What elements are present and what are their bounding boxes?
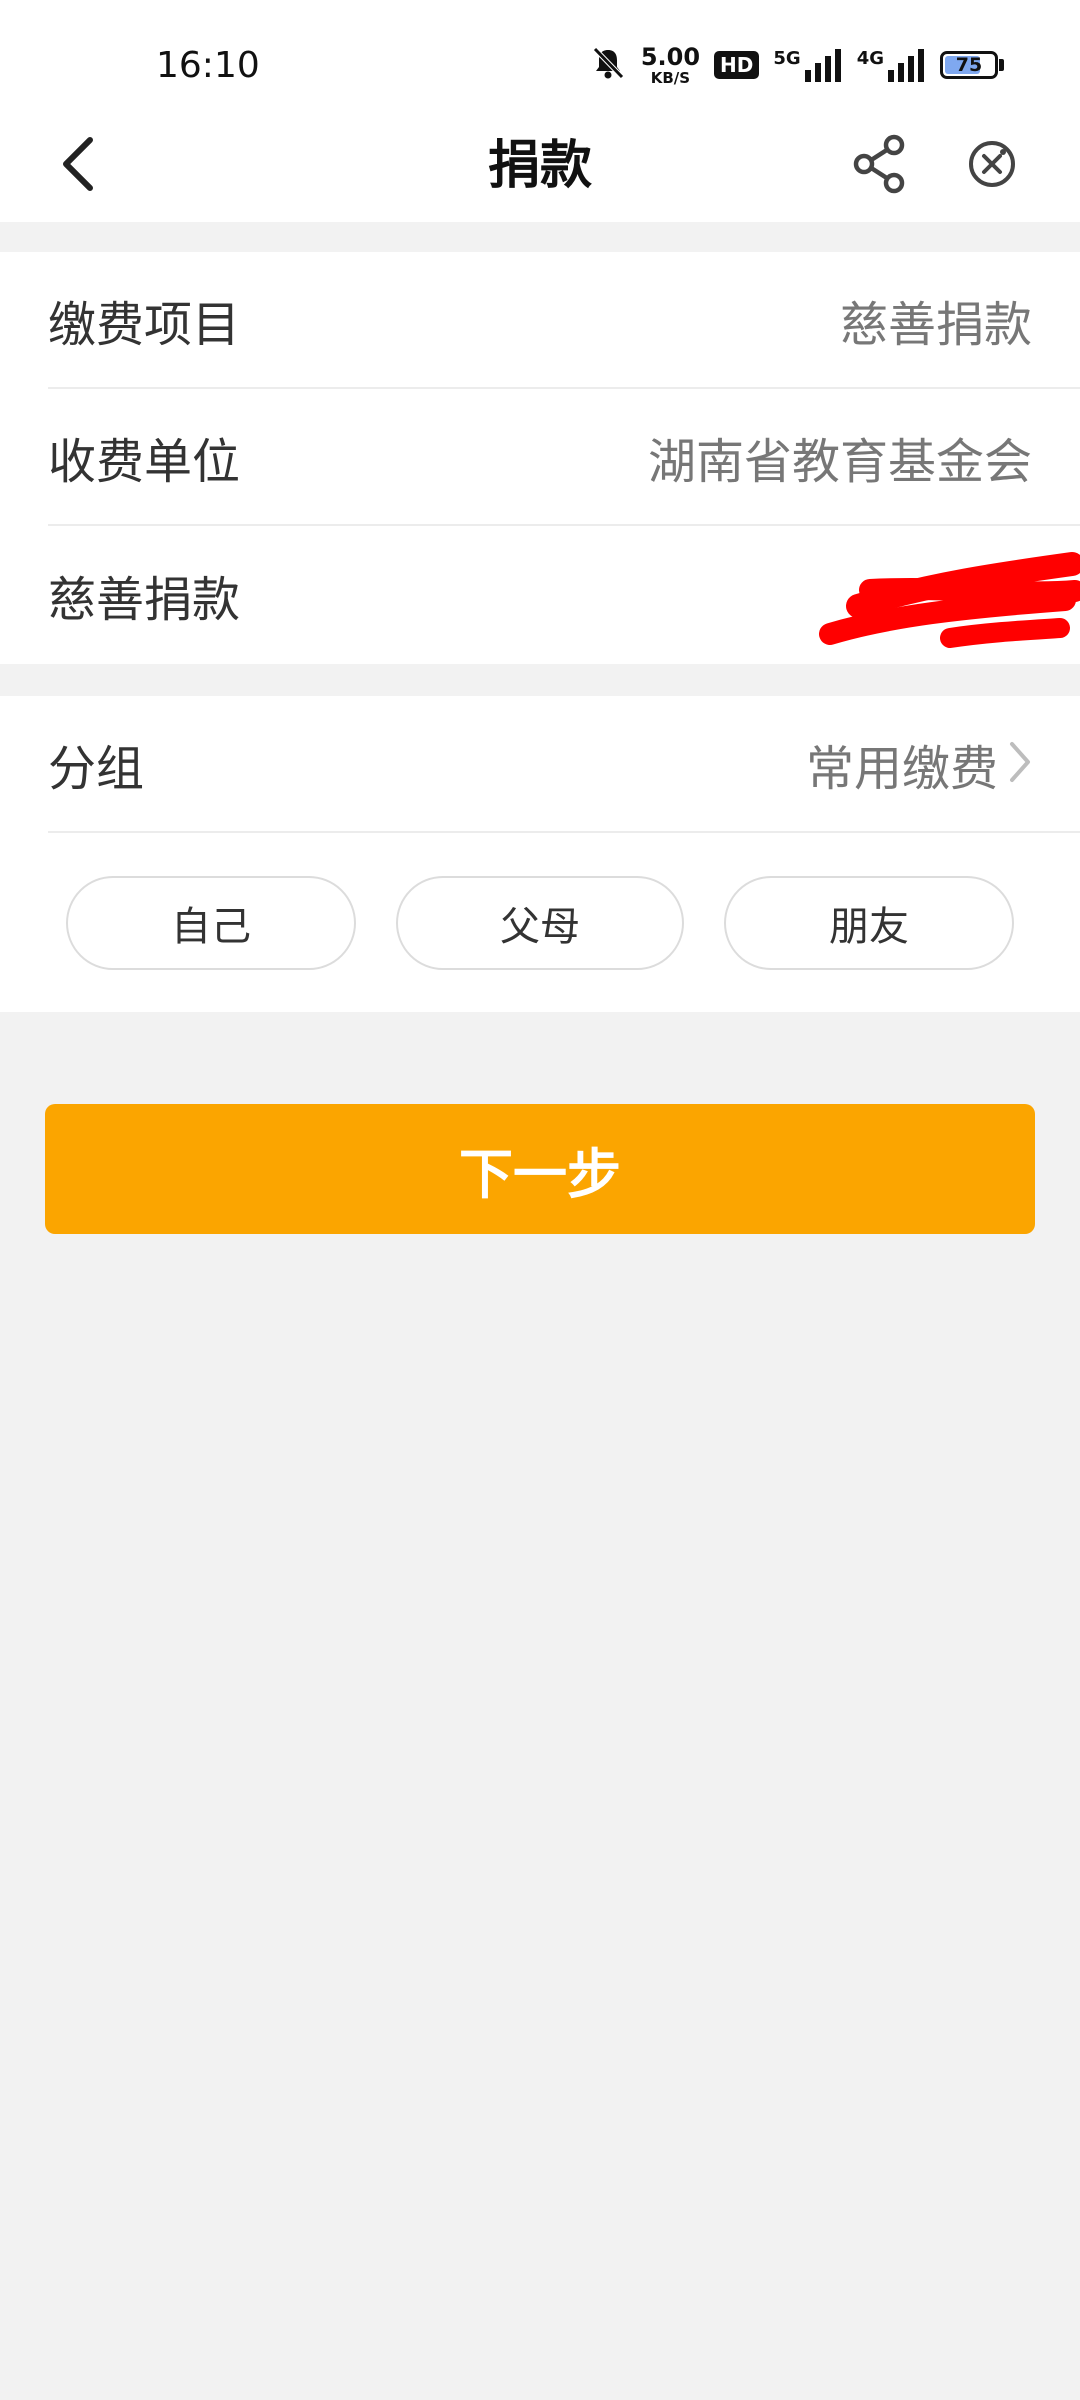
nav-bar: 捐款 (0, 110, 1080, 222)
close-circle-icon (967, 139, 1017, 193)
hd-badge: HD (714, 51, 760, 79)
page-title: 捐款 (487, 136, 592, 196)
next-step-button[interactable]: 下一步 (45, 1104, 1035, 1234)
redaction-scribble (819, 552, 1080, 648)
chip-parents[interactable]: 父母 (396, 876, 684, 970)
network-speed-unit: KB/S (650, 68, 691, 87)
payee-row: 收费单位 湖南省教育基金会 (48, 389, 1080, 526)
payment-item-label: 缴费项目 (48, 296, 241, 353)
group-label: 分组 (48, 740, 145, 797)
payment-item-row: 缴费项目 慈善捐款 (48, 252, 1080, 389)
close-button[interactable] (952, 126, 1032, 206)
battery-cap (999, 59, 1004, 71)
share-button[interactable] (840, 126, 920, 206)
donation-row: 慈善捐款 (48, 526, 1080, 663)
share-icon (851, 133, 909, 199)
group-chip-list: 自己 父母 朋友 (66, 876, 1014, 972)
battery-body: 75 (940, 51, 998, 79)
group-row[interactable]: 分组 常用缴费 (48, 696, 1080, 833)
payee-value: 湖南省教育基金会 (647, 433, 1032, 490)
battery-icon: 75 (940, 51, 1004, 79)
group-value-wrapper: 常用缴费 (806, 729, 1032, 799)
network-speed-value: 5.00 (640, 42, 701, 71)
bell-muted-icon (589, 44, 627, 86)
chevron-left-icon (58, 136, 98, 196)
group-card: 分组 常用缴费 自己 父母 朋友 (0, 696, 1080, 1012)
status-icons: 5.00 KB/S HD 5G 4G 75 (589, 40, 1004, 90)
status-time: 16:10 (156, 45, 260, 86)
status-bar: 16:10 5.00 KB/S HD 5G 4G 75 (0, 0, 1080, 110)
payment-details-card: 缴费项目 慈善捐款 收费单位 湖南省教育基金会 慈善捐款 (0, 252, 1080, 664)
signal-5g-label: 5G (773, 48, 801, 69)
chip-friends[interactable]: 朋友 (724, 876, 1014, 970)
back-button[interactable] (40, 128, 116, 204)
network-speed: 5.00 KB/S (641, 45, 700, 86)
signal-5g-icon: 5G (773, 48, 842, 82)
chip-self[interactable]: 自己 (66, 876, 356, 970)
payment-item-value: 慈善捐款 (839, 296, 1032, 353)
group-value: 常用缴费 (805, 740, 998, 797)
chevron-right-icon (1008, 740, 1032, 788)
signal-4g-label: 4G (856, 48, 884, 69)
battery-level: 75 (955, 54, 983, 76)
donation-label: 慈善捐款 (48, 571, 241, 628)
payee-label: 收费单位 (48, 433, 241, 490)
signal-4g-icon: 4G (857, 48, 926, 82)
